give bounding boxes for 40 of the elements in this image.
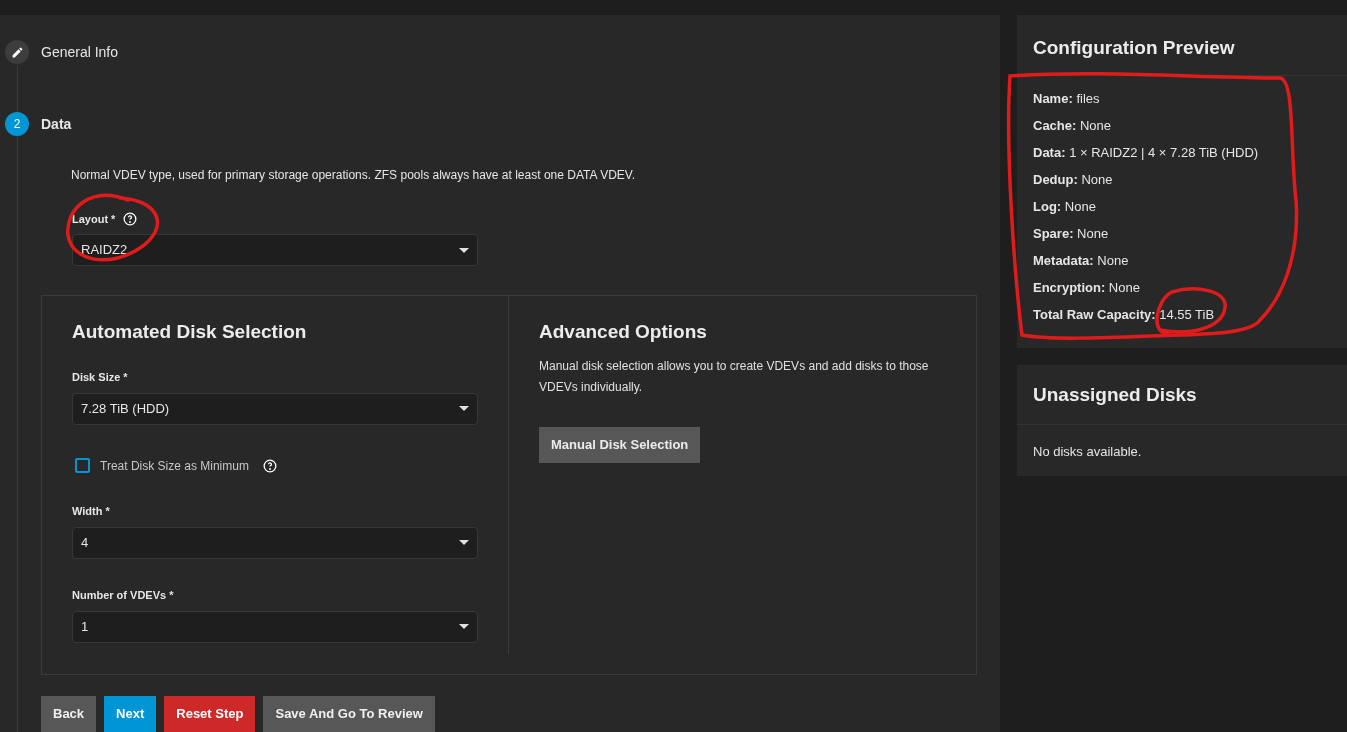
step-indicator: 2 [5,112,29,136]
preview-row-text: Name: files [1033,89,1101,108]
step-label[interactable]: General Info [41,41,119,63]
preview-row-text: Data: 1 × RAIDZ2 | 4 × 7.28 TiB (HDD) [1033,143,1260,162]
select-field[interactable]: RAIDZ2 [72,234,478,266]
caret-icon [459,406,469,411]
empty-message: No disks available. [1032,442,1143,461]
help-icon[interactable] [123,212,138,226]
checkbox[interactable] [75,458,90,473]
select-field[interactable]: 7.28 TiB (HDD) [72,392,478,425]
action-button[interactable]: Save And Go To Review [263,696,435,732]
checkbox-label: Treat Disk Size as Minimum [100,457,249,475]
caret-icon [459,624,469,629]
field-label: Number of VDEVs * [72,588,174,604]
preview-row-text: Dedup: None [1033,170,1114,189]
preview-row-text: Log: None [1033,197,1097,216]
card-title: Configuration Preview [1017,15,1347,76]
preview-row-text: Encryption: None [1033,278,1141,297]
preview-row-text: Cache: None [1033,116,1113,135]
action-button[interactable]: Back [41,696,97,732]
select-field[interactable]: 1 [72,610,478,643]
caret-icon [459,540,469,545]
field-label: Layout * [72,211,116,227]
field-label: Width * [72,504,110,520]
preview-row-text: Total Raw Capacity: 14.55 TiB [1033,305,1216,324]
select-field[interactable]: 4 [72,526,478,559]
field-label: Disk Size * [72,370,128,386]
section-heading: Advanced Options [539,320,708,344]
pencil-icon [10,45,24,59]
card-title: Unassigned Disks [1017,365,1347,425]
step-label[interactable]: Data [41,113,72,135]
description-text: Normal VDEV type, used for primary storage operations. ZFS pools always have at least one DATA VDEV. [71,167,637,184]
help-icon[interactable] [262,458,277,473]
preview-row-text: Metadata: None [1033,251,1130,270]
description-text: Manual disk selection allows you to create VDEVs and add disks to those VDEVs individually. [539,357,930,396]
caret-icon [459,247,469,253]
section-heading: Automated Disk Selection [72,320,308,344]
action-button[interactable]: Reset Step [164,696,256,732]
manual-selection-button[interactable]: Manual Disk Selection [539,426,701,463]
preview-row-text: Spare: None [1033,224,1110,243]
